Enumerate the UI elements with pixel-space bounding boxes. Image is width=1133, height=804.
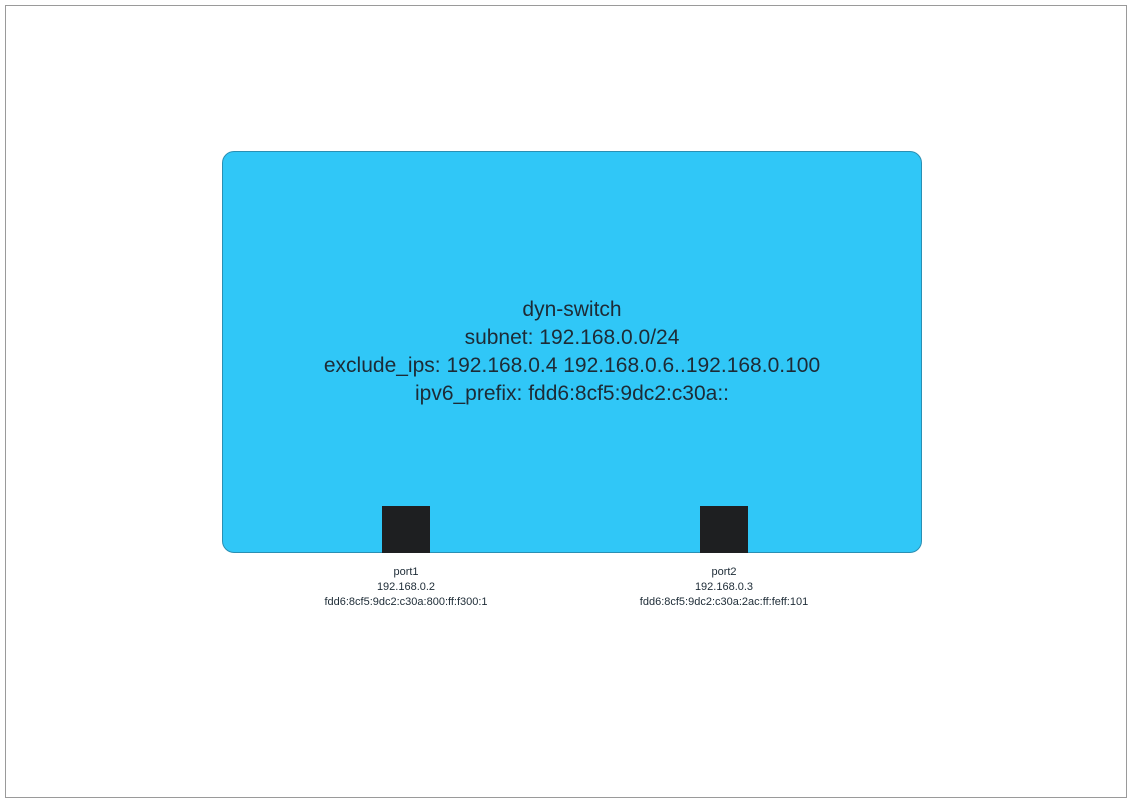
port2-ipv4: 192.168.0.3 bbox=[694, 581, 754, 593]
port2-ipv6: fdd6:8cf5:9dc2:c30a:2ac:ff:feff:101 bbox=[639, 596, 809, 608]
port1-name: port1 bbox=[393, 566, 419, 578]
port2-label: port2 192.168.0.3 fdd6:8cf5:9dc2:c30a:2a… bbox=[574, 565, 874, 610]
switch-ipv6-prefix: ipv6_prefix: fdd6:8cf5:9dc2:c30a:: bbox=[414, 382, 730, 405]
switch-label: dyn-switch subnet: 192.168.0.0/24 exclud… bbox=[223, 296, 921, 408]
port1-ipv6: fdd6:8cf5:9dc2:c30a:800:ff:f300:1 bbox=[324, 596, 488, 608]
port1-ipv4: 192.168.0.2 bbox=[376, 581, 436, 593]
switch-name: dyn-switch bbox=[522, 298, 622, 321]
port2-name: port2 bbox=[711, 566, 737, 578]
switch-exclude-ips: exclude_ips: 192.168.0.4 192.168.0.6..19… bbox=[323, 354, 821, 377]
port1-node[interactable] bbox=[382, 506, 430, 553]
switch-subnet: subnet: 192.168.0.0/24 bbox=[464, 326, 680, 349]
switch-node[interactable]: dyn-switch subnet: 192.168.0.0/24 exclud… bbox=[222, 151, 922, 553]
port2-node[interactable] bbox=[700, 506, 748, 553]
port1-label: port1 192.168.0.2 fdd6:8cf5:9dc2:c30a:80… bbox=[256, 565, 556, 610]
